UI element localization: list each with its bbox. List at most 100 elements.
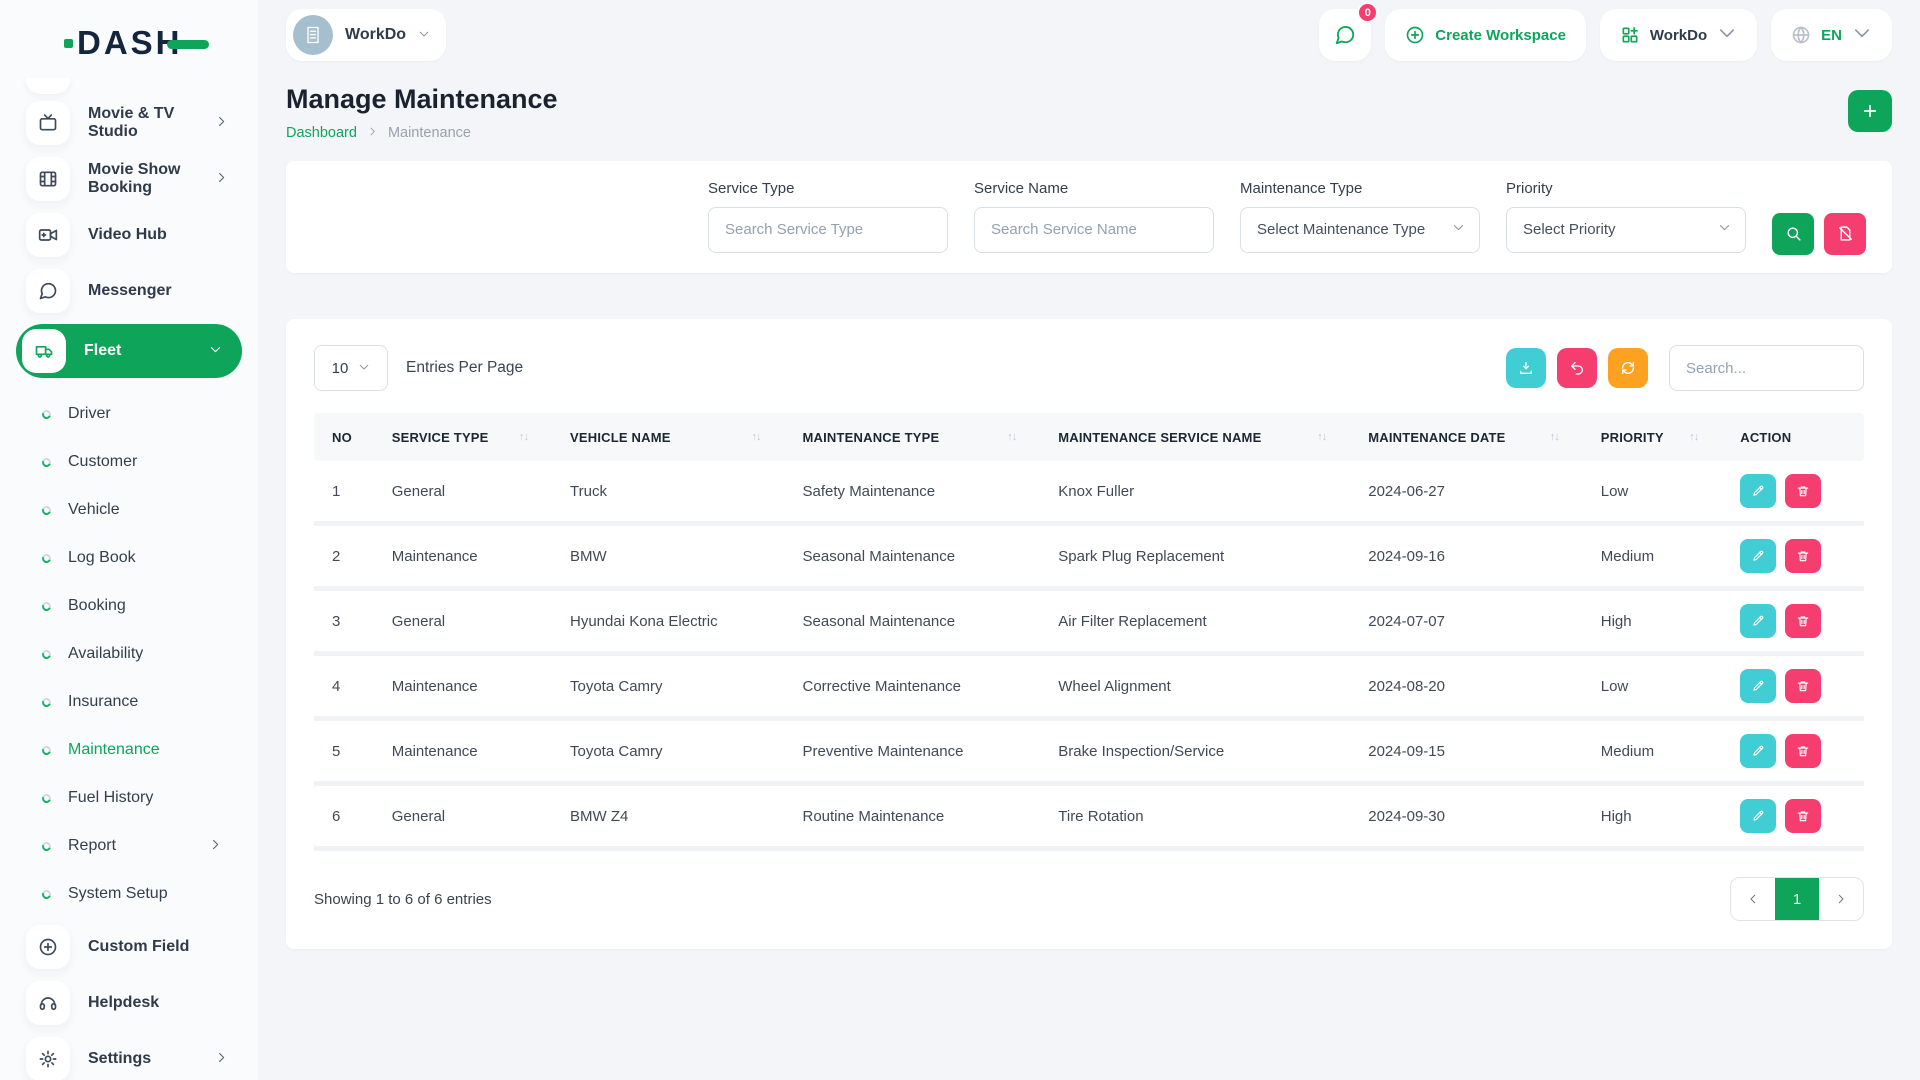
- edit-button[interactable]: [1740, 734, 1776, 768]
- sidebar-item-fleet[interactable]: Fleet: [16, 324, 242, 378]
- column-vehicle-name[interactable]: VEHICLE NAME↑↓: [562, 413, 795, 461]
- column-service-type[interactable]: SERVICE TYPE↑↓: [384, 413, 562, 461]
- cell-vehicle: BMW Z4: [562, 784, 795, 849]
- cell-vehicle: Toyota Camry: [562, 654, 795, 719]
- search-icon: [1785, 225, 1802, 242]
- service-type-input[interactable]: [708, 207, 948, 253]
- brand-logo[interactable]: DASH: [0, 0, 258, 64]
- sidebar-item-booking[interactable]: Booking: [0, 582, 258, 630]
- sub-item-label: Booking: [68, 597, 126, 615]
- cell-no: 1: [314, 461, 384, 524]
- chat-bubble-icon: [26, 269, 70, 313]
- pencil-icon: [1751, 614, 1765, 628]
- delete-button[interactable]: [1785, 604, 1821, 638]
- add-maintenance-button[interactable]: [1848, 90, 1892, 132]
- apply-filter-button[interactable]: [1772, 213, 1814, 255]
- trash-icon: [1796, 549, 1810, 563]
- cell-maintenance-type: Seasonal Maintenance: [795, 524, 1051, 589]
- edit-button[interactable]: [1740, 799, 1776, 833]
- sidebar-item-log-book[interactable]: Log Book: [0, 534, 258, 582]
- cell-priority: Low: [1593, 461, 1733, 524]
- maintenance-type-select[interactable]: Select Maintenance Type: [1240, 207, 1480, 253]
- undo-button[interactable]: [1557, 348, 1597, 388]
- refresh-button[interactable]: [1608, 348, 1648, 388]
- column-priority[interactable]: PRIORITY↑↓: [1593, 413, 1733, 461]
- table-row: 2 Maintenance BMW Seasonal Maintenance S…: [314, 524, 1864, 589]
- bullet-icon: [41, 504, 53, 516]
- service-name-label: Service Name: [974, 180, 1214, 197]
- page-1-button[interactable]: 1: [1775, 878, 1819, 920]
- sort-icon: ↑↓: [1317, 431, 1326, 443]
- column-maintenance-date[interactable]: MAINTENANCE DATE↑↓: [1360, 413, 1593, 461]
- pencil-icon: [1751, 809, 1765, 823]
- edit-button[interactable]: [1740, 669, 1776, 703]
- delete-button[interactable]: [1785, 799, 1821, 833]
- delete-button[interactable]: [1785, 539, 1821, 573]
- sidebar-item-availability[interactable]: Availability: [0, 630, 258, 678]
- cell-service-name: Air Filter Replacement: [1050, 589, 1360, 654]
- cell-vehicle: Toyota Camry: [562, 719, 795, 784]
- service-name-input[interactable]: [974, 207, 1214, 253]
- breadcrumb-dashboard-link[interactable]: Dashboard: [286, 125, 357, 141]
- reset-filter-button[interactable]: [1824, 213, 1866, 255]
- table-search-input[interactable]: [1669, 345, 1864, 391]
- sidebar-item-maintenance[interactable]: Maintenance: [0, 726, 258, 774]
- sidebar-item-helpdesk[interactable]: Helpdesk: [0, 980, 258, 1026]
- edit-button[interactable]: [1740, 539, 1776, 573]
- sub-item-label: Vehicle: [68, 501, 120, 519]
- sidebar-item-custom-field[interactable]: Custom Field: [0, 924, 258, 970]
- sidebar-item-vehicle[interactable]: Vehicle: [0, 486, 258, 534]
- sidebar-item-movie-tv-studio[interactable]: Movie & TV Studio: [0, 100, 258, 146]
- entries-per-page-select[interactable]: 10: [314, 345, 388, 391]
- cell-maintenance-type: Seasonal Maintenance: [795, 589, 1051, 654]
- cell-service-name: Brake Inspection/Service: [1050, 719, 1360, 784]
- language-selector[interactable]: EN: [1771, 9, 1892, 61]
- prev-page-button[interactable]: [1731, 878, 1775, 920]
- sort-icon: ↑↓: [1007, 431, 1016, 443]
- bullet-icon: [41, 840, 53, 852]
- delete-button[interactable]: [1785, 474, 1821, 508]
- create-workspace-button[interactable]: Create Workspace: [1385, 9, 1586, 61]
- sidebar-item-report[interactable]: Report: [0, 822, 258, 870]
- next-page-button[interactable]: [1819, 878, 1863, 920]
- delete-button[interactable]: [1785, 734, 1821, 768]
- service-type-field: Service Type: [708, 180, 948, 255]
- cell-date: 2024-06-27: [1360, 461, 1593, 524]
- delete-button[interactable]: [1785, 669, 1821, 703]
- export-button[interactable]: [1506, 348, 1546, 388]
- sidebar-item-fuel-history[interactable]: Fuel History: [0, 774, 258, 822]
- priority-select[interactable]: Select Priority: [1506, 207, 1746, 253]
- bullet-icon: [41, 408, 53, 420]
- column-maintenance-service-name[interactable]: MAINTENANCE SERVICE NAME↑↓: [1050, 413, 1360, 461]
- messages-button[interactable]: 0: [1319, 9, 1371, 61]
- sidebar-item-customer[interactable]: Customer: [0, 438, 258, 486]
- cell-no: 2: [314, 524, 384, 589]
- sidebar-item-system-setup[interactable]: System Setup: [0, 870, 258, 918]
- bullet-icon: [41, 552, 53, 564]
- sidebar-item-messenger[interactable]: Messenger: [0, 268, 258, 314]
- column-maintenance-type[interactable]: MAINTENANCE TYPE↑↓: [795, 413, 1051, 461]
- sort-icon: ↑↓: [1550, 431, 1559, 443]
- chevron-right-icon: [215, 171, 228, 188]
- refresh-icon: [1620, 360, 1636, 376]
- edit-button[interactable]: [1740, 474, 1776, 508]
- sidebar-item-driver[interactable]: Driver: [0, 390, 258, 438]
- edit-button[interactable]: [1740, 604, 1776, 638]
- workspace-switcher[interactable]: WorkDo: [286, 9, 446, 61]
- tv-icon: [26, 101, 70, 145]
- workdo-apps-menu[interactable]: WorkDo: [1600, 9, 1757, 61]
- sidebar-item-settings[interactable]: Settings: [0, 1036, 258, 1080]
- sub-item-label: Availability: [68, 645, 143, 663]
- chevron-down-icon: [1718, 221, 1731, 238]
- cell-priority: Low: [1593, 654, 1733, 719]
- sidebar-item-video-hub[interactable]: Video Hub: [0, 212, 258, 258]
- sort-icon: ↑↓: [519, 431, 528, 443]
- toolbar-right: [1506, 345, 1864, 391]
- sub-item-label: Insurance: [68, 693, 138, 711]
- file-slash-icon: [1837, 225, 1854, 242]
- chevron-down-icon: [209, 343, 222, 360]
- van-icon: [22, 329, 66, 373]
- sidebar-item-movie-show-booking[interactable]: Movie Show Booking: [0, 156, 258, 202]
- sidebar-item-insurance[interactable]: Insurance: [0, 678, 258, 726]
- table-footer: Showing 1 to 6 of 6 entries 1: [314, 877, 1864, 921]
